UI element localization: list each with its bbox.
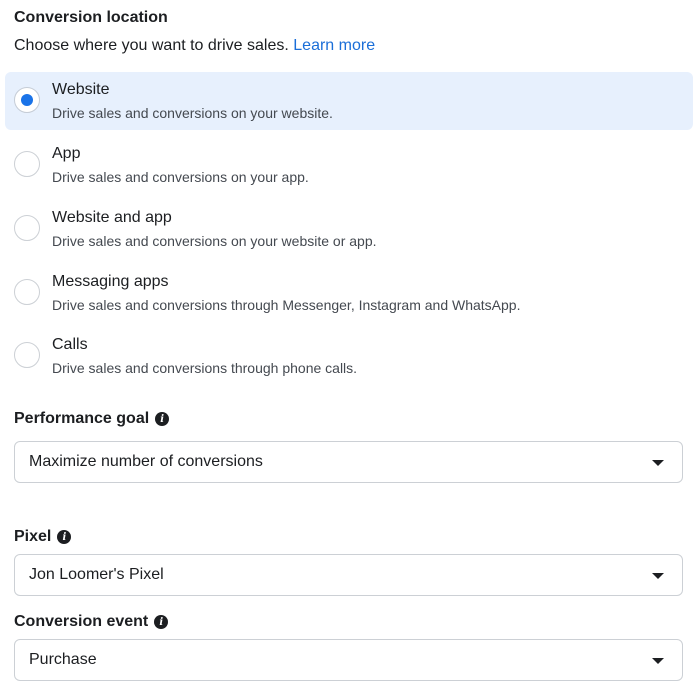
radio-unselected-icon[interactable] bbox=[14, 215, 40, 241]
pixel-select[interactable]: Jon Loomer's Pixel bbox=[14, 554, 683, 596]
info-icon[interactable]: i bbox=[57, 530, 72, 544]
option-messaging-apps[interactable]: Messaging apps Drive sales and conversio… bbox=[5, 264, 693, 322]
option-app[interactable]: App Drive sales and conversions on your … bbox=[5, 136, 693, 194]
option-label: App bbox=[52, 145, 81, 162]
option-website[interactable]: Website Drive sales and conversions on y… bbox=[5, 72, 693, 130]
performance-goal-title: Performance goal bbox=[14, 410, 150, 427]
option-website-and-app[interactable]: Website and app Drive sales and conversi… bbox=[5, 200, 693, 258]
radio-unselected-icon[interactable] bbox=[14, 342, 40, 368]
performance-goal-select[interactable]: Maximize number of conversions bbox=[14, 441, 683, 483]
caret-down-icon bbox=[652, 460, 664, 466]
option-description: Drive sales and conversions through Mess… bbox=[52, 297, 521, 313]
info-icon[interactable]: i bbox=[155, 412, 170, 426]
conversion-location-heading: Conversion location bbox=[14, 9, 168, 27]
performance-goal-heading: Performance goal i bbox=[14, 410, 170, 428]
caret-down-icon bbox=[652, 573, 664, 579]
conversion-event-value: Purchase bbox=[29, 651, 97, 668]
learn-more-link[interactable]: Learn more bbox=[293, 37, 375, 54]
info-icon[interactable]: i bbox=[154, 615, 169, 629]
radio-unselected-icon[interactable] bbox=[14, 151, 40, 177]
subtitle-text: Choose where you want to drive sales. bbox=[14, 37, 289, 54]
radio-dot bbox=[21, 94, 33, 106]
pixel-heading: Pixel i bbox=[14, 528, 72, 546]
conversion-location-title: Conversion location bbox=[14, 9, 168, 26]
conversion-event-heading: Conversion event i bbox=[14, 613, 169, 631]
pixel-value: Jon Loomer's Pixel bbox=[29, 566, 164, 583]
option-description: Drive sales and conversions on your webs… bbox=[52, 105, 333, 121]
option-description: Drive sales and conversions on your app. bbox=[52, 169, 309, 185]
conversion-event-select[interactable]: Purchase bbox=[14, 639, 683, 681]
caret-down-icon bbox=[652, 658, 664, 664]
option-calls[interactable]: Calls Drive sales and conversions throug… bbox=[5, 327, 693, 385]
radio-unselected-icon[interactable] bbox=[14, 279, 40, 305]
conversion-event-title: Conversion event bbox=[14, 613, 149, 630]
option-label: Website and app bbox=[52, 209, 172, 226]
radio-selected-icon[interactable] bbox=[14, 87, 40, 113]
option-label: Website bbox=[52, 81, 110, 98]
option-label: Calls bbox=[52, 336, 88, 353]
option-description: Drive sales and conversions on your webs… bbox=[52, 233, 377, 249]
performance-goal-value: Maximize number of conversions bbox=[29, 453, 263, 470]
option-label: Messaging apps bbox=[52, 273, 169, 290]
conversion-location-subtitle: Choose where you want to drive sales. Le… bbox=[14, 37, 375, 55]
pixel-title: Pixel bbox=[14, 528, 52, 545]
option-description: Drive sales and conversions through phon… bbox=[52, 360, 358, 376]
